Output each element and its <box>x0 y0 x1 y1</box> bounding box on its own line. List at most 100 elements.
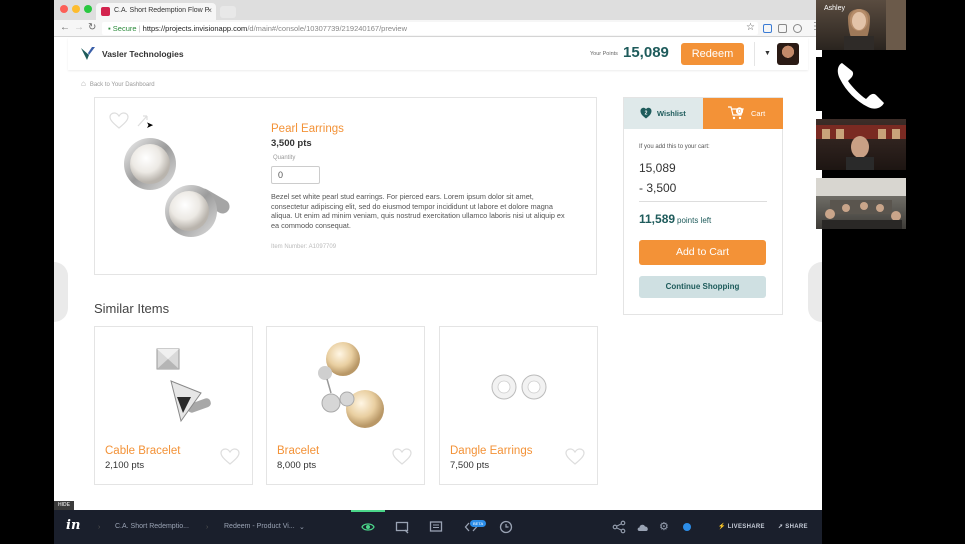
reload-icon[interactable]: ↻ <box>88 22 96 33</box>
mouse-cursor-icon: ➤ <box>146 120 154 130</box>
avatar[interactable] <box>777 43 799 65</box>
history-clock-icon[interactable] <box>499 520 513 534</box>
beta-badge: BETA <box>470 520 487 527</box>
tab-wishlist[interactable]: 2 Wishlist <box>624 98 703 129</box>
share-label: SHARE <box>785 524 808 530</box>
close-window-icon[interactable] <box>60 5 68 13</box>
extension-icon[interactable] <box>763 24 772 33</box>
cloud-icon[interactable] <box>636 520 650 534</box>
cable-bracelet-image <box>156 348 211 423</box>
cart-panel: 2 Wishlist 0 Cart If you add this to you… <box>623 97 783 315</box>
vasler-logo-icon[interactable] <box>80 46 96 62</box>
participant-video <box>816 125 906 170</box>
next-hotspot[interactable] <box>808 262 822 322</box>
share-button[interactable]: ➚ SHARE <box>778 523 808 530</box>
invision-favicon-icon <box>101 7 110 16</box>
invision-toolbar: in › C.A. Short Redemptio... › Redeem - … <box>54 510 822 544</box>
new-tab-button[interactable] <box>220 6 236 18</box>
header-divider <box>754 42 755 66</box>
video-participant-tile[interactable] <box>816 178 906 229</box>
lock-icon: ▪ <box>108 24 111 33</box>
hide-toolbar-button[interactable]: HIDE <box>54 501 74 510</box>
home-icon: ⌂ <box>81 79 86 88</box>
similar-item-name: Cable Bracelet <box>105 445 181 457</box>
browser-tabbar: C.A. Short Redemption Flow P × <box>54 0 822 20</box>
wishlist-heart-icon: 2 <box>640 107 652 119</box>
url-domain: https://projects.invisionapp.com <box>142 24 248 33</box>
dangle-earrings-image <box>491 374 547 400</box>
browser-tab[interactable]: C.A. Short Redemption Flow P × <box>96 3 216 20</box>
shopping-cart-icon: 0 <box>728 106 744 120</box>
chevron-down-icon[interactable]: ▼ <box>764 50 771 57</box>
pearl-earrings-image <box>124 138 230 237</box>
breadcrumb-separator: › <box>98 524 101 531</box>
extension-icon[interactable] <box>778 24 787 33</box>
user-status-dot[interactable] <box>683 523 691 531</box>
similar-item-price: 8,000 pts <box>277 460 317 471</box>
forward-arrow-icon[interactable]: → <box>74 22 84 33</box>
call-participant-name: Ashley <box>824 5 846 12</box>
share-arrow-icon: ➚ <box>778 524 784 530</box>
comment-icon[interactable] <box>429 520 443 534</box>
build-mode-icon[interactable] <box>395 520 409 534</box>
back-arrow-icon[interactable]: ← <box>60 22 70 33</box>
tab-title: C.A. Short Redemption Flow P <box>114 7 210 14</box>
heart-icon[interactable] <box>220 448 240 466</box>
prev-hotspot[interactable] <box>54 262 68 322</box>
breadcrumb[interactable]: ⌂ Back to Your Dashboard <box>81 79 155 88</box>
project-breadcrumb[interactable]: C.A. Short Redemptio... <box>115 523 189 530</box>
similar-item-card[interactable]: Dangle Earrings 7,500 pts <box>439 326 598 485</box>
share-network-icon[interactable] <box>612 520 626 534</box>
heart-icon[interactable] <box>565 448 585 466</box>
bracelet-image <box>318 342 384 428</box>
remaining-points: 11,589 <box>639 212 676 226</box>
minimize-window-icon[interactable] <box>72 5 80 13</box>
points-deduction: - 3,500 <box>639 181 677 195</box>
continue-shopping-button[interactable]: Continue Shopping <box>639 276 766 298</box>
phone-participant-tile[interactable] <box>816 57 906 111</box>
extension-icon[interactable] <box>793 24 802 33</box>
product-description: Bezel set white pearl stud earrings. For… <box>271 192 565 230</box>
item-number: Item Number: A1097709 <box>271 244 337 250</box>
screen-breadcrumb[interactable]: Redeem - Product Vi... <box>224 523 295 530</box>
participant-video <box>816 178 906 229</box>
similar-item-price: 7,500 pts <box>450 460 490 471</box>
similar-item-card[interactable]: Bracelet 8,000 pts <box>266 326 425 485</box>
browser-window: C.A. Short Redemption Flow P × ← → ↻ ▪ S… <box>54 0 822 544</box>
divider <box>639 201 767 202</box>
active-mode-indicator <box>351 510 385 512</box>
bookmark-star-icon[interactable]: ☆ <box>746 22 755 33</box>
similar-item-card[interactable]: Cable Bracelet 2,100 pts <box>94 326 253 485</box>
back-to-dashboard-link[interactable]: Back to Your Dashboard <box>90 82 155 88</box>
cart-note: If you add this to your cart: <box>639 144 710 150</box>
app-header: Vasler Technologies Your Points 15,089 R… <box>68 38 808 70</box>
invision-logo-icon[interactable]: in <box>66 518 80 533</box>
quantity-input[interactable]: 0 <box>271 166 320 184</box>
points-balance: 15,089 <box>623 44 669 61</box>
add-to-cart-button[interactable]: Add to Cart <box>639 240 766 265</box>
maximize-window-icon[interactable] <box>84 5 92 13</box>
chevron-down-icon[interactable]: ⌄ <box>299 523 305 531</box>
section-title: Similar Items <box>94 301 170 316</box>
heart-icon[interactable] <box>392 448 412 466</box>
liveshare-label: LIVESHARE <box>727 524 765 530</box>
address-bar[interactable]: ▪ Secure | https://projects.invisionapp.… <box>102 22 758 35</box>
preview-eye-icon[interactable] <box>361 520 375 534</box>
settings-gear-icon[interactable]: ⚙ <box>659 520 669 533</box>
product-name: Pearl Earrings <box>271 123 344 135</box>
tab-cart[interactable]: 0 Cart <box>703 98 783 129</box>
product-detail-card: ➤ Pearl Earrings 3,500 pts Quantity 0 Be… <box>94 97 597 275</box>
cart-tab-label: Cart <box>751 109 766 118</box>
breadcrumb-separator: › <box>206 524 209 531</box>
video-participant-tile[interactable] <box>816 119 906 170</box>
heart-icon[interactable] <box>109 112 129 130</box>
screen: C.A. Short Redemption Flow P × ← → ↻ ▪ S… <box>0 0 965 544</box>
redeem-button[interactable]: Redeem <box>681 43 744 65</box>
brand-name: Vasler Technologies <box>102 49 184 59</box>
wishlist-tab-label: Wishlist <box>657 109 686 118</box>
liveshare-button[interactable]: ⚡ LIVESHARE <box>718 523 765 530</box>
tab-close-icon[interactable]: × <box>207 6 212 15</box>
secure-label: Secure <box>112 24 137 33</box>
points-label: Your Points <box>590 51 618 57</box>
current-points: 15,089 <box>639 161 676 175</box>
